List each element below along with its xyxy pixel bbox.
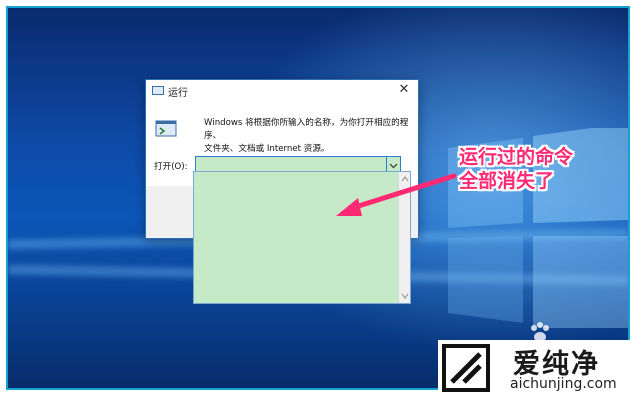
annotation-text: 运行过的命令 全部消失了 [459, 145, 629, 193]
annotation-line: 运行过的命令 [459, 146, 574, 168]
aichunjing-logo [442, 344, 490, 392]
run-app-icon [155, 120, 177, 137]
open-label: 打开(O): [154, 162, 188, 172]
site-watermark: 爱纯净 aichunjing.com [438, 340, 634, 396]
description-line: 文件夹、文档或 Internet 资源。 [204, 144, 330, 154]
dialog-title: 运行 [168, 88, 188, 99]
annotation-arrow-icon [336, 173, 457, 216]
run-title-icon [152, 86, 164, 95]
watermark-brand-en: aichunjing.com [510, 376, 617, 392]
close-icon[interactable]: ✕ [396, 82, 412, 98]
title-bar[interactable]: 运行 ✕ [146, 80, 418, 102]
description-line: Windows 将根据你所输入的名称，为你打开相应的程序、 [204, 118, 409, 141]
annotation-line: 全部消失了 [459, 170, 555, 192]
dialog-description: Windows 将根据你所输入的名称，为你打开相应的程序、 文件夹、文档或 In… [204, 117, 409, 156]
scroll-down-icon[interactable] [401, 292, 409, 300]
